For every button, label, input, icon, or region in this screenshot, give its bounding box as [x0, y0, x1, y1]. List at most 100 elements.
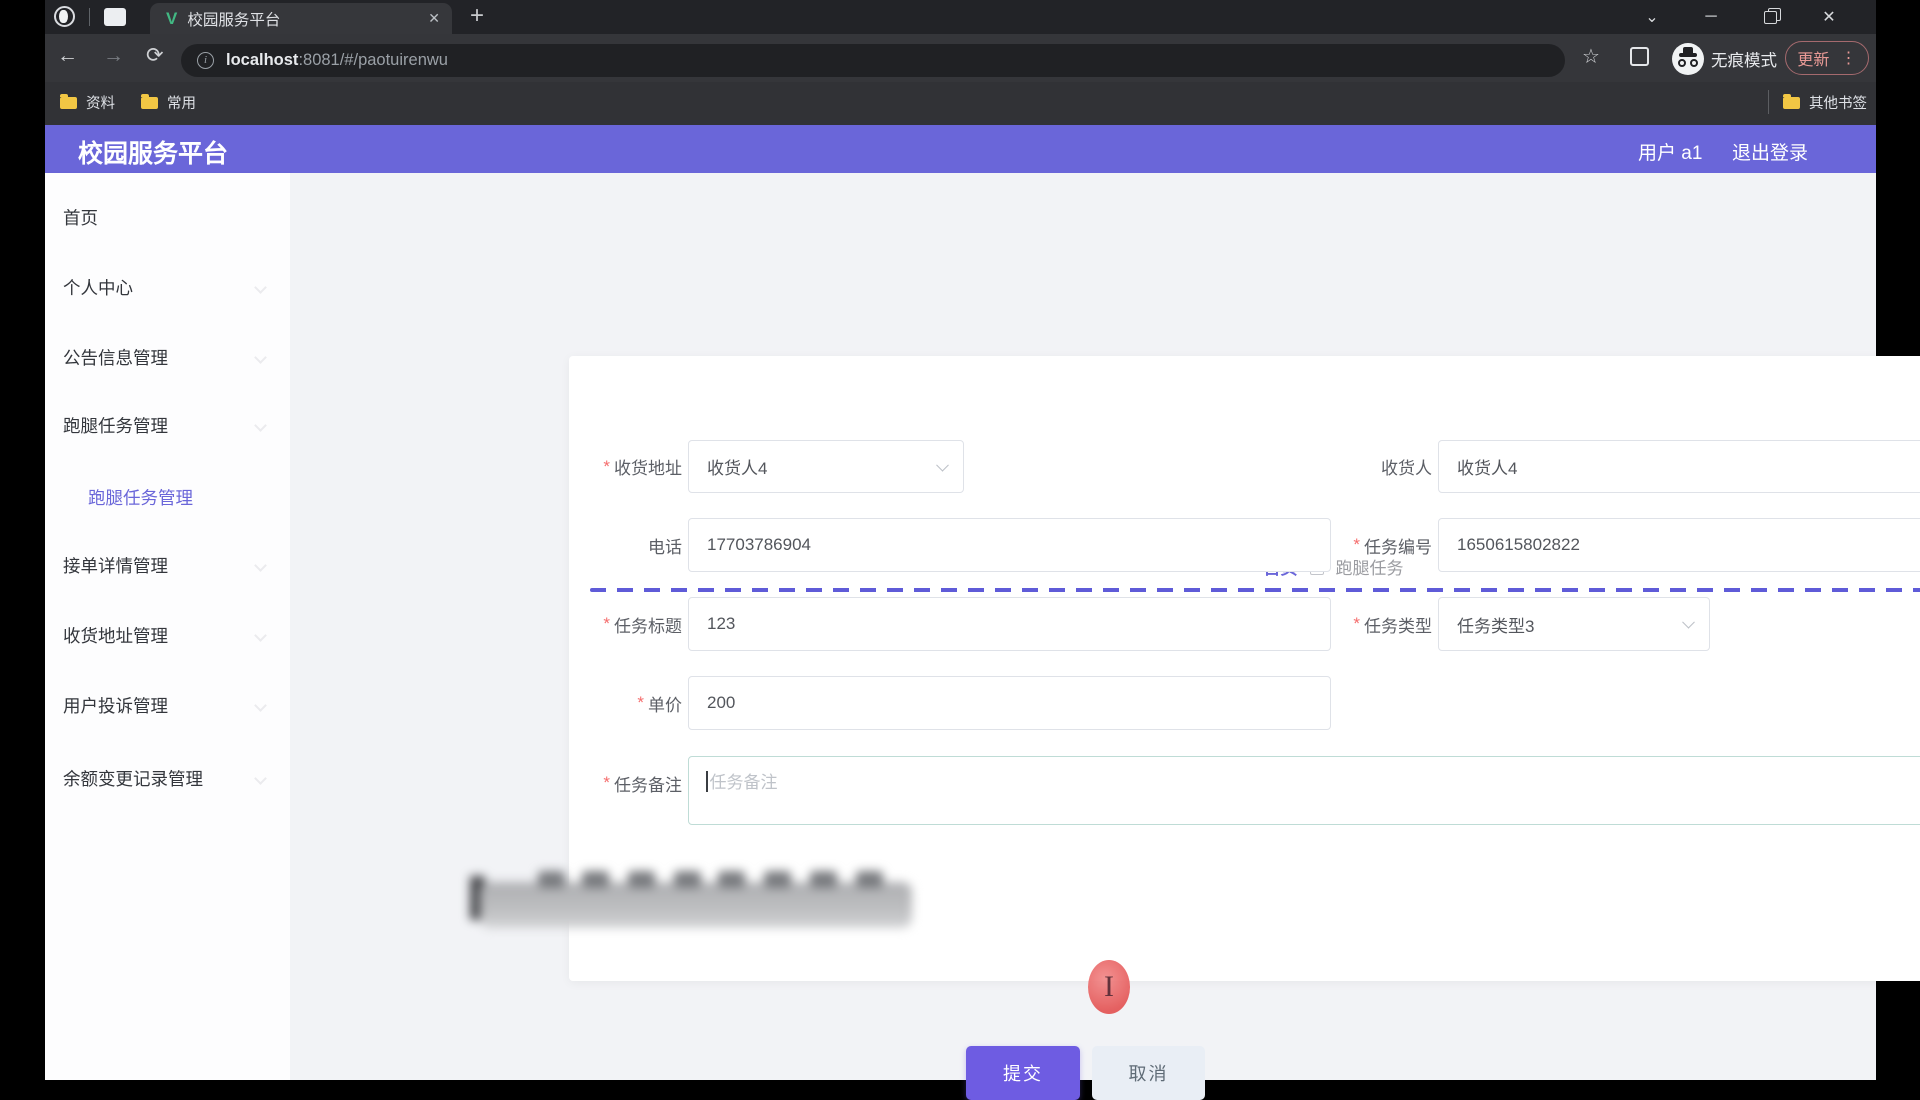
restore-icon[interactable] [1748, 0, 1792, 34]
task-no-input[interactable]: 1650615802822 [1438, 518, 1920, 572]
sidebar-item-home[interactable]: 首页 [63, 200, 273, 234]
label-task-title: * 任务标题 [603, 614, 682, 636]
update-label: 更新 [1797, 52, 1830, 69]
label-shipping-address: * 收货地址 [603, 456, 682, 479]
close-tab-icon[interactable]: ✕ [428, 10, 440, 27]
chevron-down-icon [254, 558, 267, 572]
reload-icon[interactable]: ⟳ [146, 43, 164, 68]
recording-cursor-icon: I [1088, 960, 1130, 1014]
sidebar-label: 跑腿任务管理 [88, 487, 193, 508]
task-type-select[interactable]: 任务类型3 [1438, 597, 1710, 651]
chevron-down-icon [254, 418, 267, 432]
folder-icon [141, 93, 158, 109]
label-task-type: * 任务类型 [1353, 614, 1432, 636]
label-receiver: 收货人 [1381, 459, 1432, 478]
bookmarks-bar: 资料 常用 其他书签 [45, 82, 1876, 125]
required-mark: * [603, 773, 610, 792]
receiver-input[interactable]: 收货人4 [1438, 440, 1920, 493]
sidebar-label: 公告信息管理 [63, 347, 168, 368]
bookmark-folder-cy[interactable]: 常用 [141, 92, 196, 113]
task-title-input[interactable]: 123 [688, 597, 1331, 651]
submit-button[interactable]: 提交 [966, 1046, 1080, 1100]
bookmark-label: 资料 [86, 96, 115, 112]
tab-title: 校园服务平台 [187, 11, 281, 29]
browser-tab[interactable]: V 校园服务平台 ✕ [150, 3, 452, 34]
blurred-watermark [470, 868, 920, 938]
window-close-icon[interactable]: ✕ [1807, 0, 1851, 34]
other-bookmarks[interactable]: 其他书签 [1783, 92, 1867, 113]
minimize-icon[interactable]: ─ [1689, 0, 1733, 34]
forward-icon[interactable]: → [103, 44, 124, 68]
page-content: 首页 跑腿任务 * 收货地址 收货人4 收货人 收货人4 电话 17703786… [290, 173, 1920, 1100]
sidebar-label: 余额变更记录管理 [63, 768, 203, 789]
label-unit-price: * 单价 [637, 693, 682, 715]
header-user[interactable]: 用户 a1 [1638, 138, 1702, 165]
sidebar: 首页 个人中心 公告信息管理 跑腿任务管理 跑腿任务管理 接单详情管理 收货地址… [45, 173, 290, 1080]
update-button[interactable]: 更新 ⋮ [1785, 41, 1869, 75]
required-mark: * [1353, 614, 1360, 633]
browser-toolbar: ← → ⟳ i localhost:8081/#/paotuirenwu ☆ 无… [45, 34, 1876, 82]
incognito-label: 无痕模式 [1711, 52, 1777, 70]
chevron-down-icon [254, 280, 267, 294]
site-header: 校园服务平台 用户 a1 退出登录 [45, 125, 1876, 173]
folder-icon [60, 93, 77, 109]
label-task-no: * 任务编号 [1353, 535, 1432, 557]
sidebar-item-balance-records[interactable]: 余额变更记录管理 [63, 761, 273, 795]
required-mark: * [603, 456, 610, 476]
bookmark-star-icon[interactable]: ☆ [1582, 44, 1600, 69]
sidebar-label: 跑腿任务管理 [63, 415, 168, 436]
chevron-down-icon [254, 350, 267, 364]
incognito-icon [1672, 43, 1704, 75]
bookmark-folder-zl[interactable]: 资料 [60, 92, 115, 113]
task-remark-textarea[interactable]: 任务备注 [688, 756, 1920, 825]
bookmarks-divider [1768, 90, 1769, 114]
logout-button[interactable]: 退出登录 [1732, 138, 1808, 165]
sidebar-label: 接单详情管理 [63, 555, 168, 576]
sidebar-item-user-complaints[interactable]: 用户投诉管理 [63, 688, 273, 722]
shipping-address-select[interactable]: 收货人4 [688, 440, 964, 493]
tab-strip: V 校园服务平台 ✕ + ⌄ ─ ✕ [45, 0, 1876, 34]
sidebar-item-shipping-address[interactable]: 收货地址管理 [63, 618, 273, 652]
chevron-down-icon [254, 628, 267, 642]
label-task-remark: * 任务备注 [603, 773, 682, 795]
sidebar-item-announcements[interactable]: 公告信息管理 [63, 340, 273, 374]
textarea-placeholder: 任务备注 [709, 773, 778, 792]
window-menu-icon[interactable]: ⌄ [1630, 0, 1674, 34]
sidebar-item-personal-center[interactable]: 个人中心 [63, 270, 273, 304]
required-mark: * [1353, 535, 1360, 554]
unit-price-input[interactable]: 200 [688, 676, 1331, 730]
sidebar-label: 个人中心 [63, 277, 133, 298]
back-icon[interactable]: ← [57, 44, 78, 68]
sidebar-item-order-details[interactable]: 接单详情管理 [63, 548, 273, 582]
address-bar[interactable]: i localhost:8081/#/paotuirenwu [181, 44, 1565, 77]
sidebar-label: 用户投诉管理 [63, 695, 168, 716]
dashed-divider [590, 588, 1920, 592]
chevron-down-icon [936, 458, 949, 472]
required-mark: * [637, 693, 644, 712]
required-mark: * [603, 614, 610, 633]
page-info-icon[interactable]: i [197, 52, 214, 69]
new-tab-button[interactable]: + [470, 2, 484, 30]
vue-favicon-icon: V [166, 8, 178, 28]
chevron-down-icon [1682, 615, 1695, 629]
label-phone: 电话 [648, 537, 682, 557]
cancel-button[interactable]: 取消 [1092, 1046, 1205, 1100]
text-caret [706, 771, 708, 792]
browser-window: V 校园服务平台 ✕ + ⌄ ─ ✕ ← → ⟳ i localhost:808… [45, 0, 1920, 1100]
tab-strip-divider [89, 8, 90, 26]
url-path: :8081/#/paotuirenwu [298, 51, 448, 69]
side-panel-icon[interactable] [1630, 47, 1649, 66]
sidebar-label: 收货地址管理 [63, 625, 168, 646]
url-host: localhost [226, 51, 299, 69]
browser-menu-dots-icon[interactable]: ⋮ [1841, 48, 1857, 68]
phone-input[interactable]: 17703786904 [688, 518, 1331, 572]
pinned-tab-icon[interactable] [104, 8, 126, 26]
sidebar-item-errand-task-active[interactable]: 跑腿任务管理 [63, 480, 273, 514]
sidebar-label: 首页 [63, 207, 98, 228]
folder-icon [1783, 93, 1800, 109]
sidebar-item-errand-task-group[interactable]: 跑腿任务管理 [63, 408, 273, 442]
browser-logo-icon[interactable] [54, 6, 75, 27]
chevron-down-icon [254, 698, 267, 712]
bookmark-label: 常用 [167, 96, 196, 112]
chevron-down-icon [254, 771, 267, 785]
